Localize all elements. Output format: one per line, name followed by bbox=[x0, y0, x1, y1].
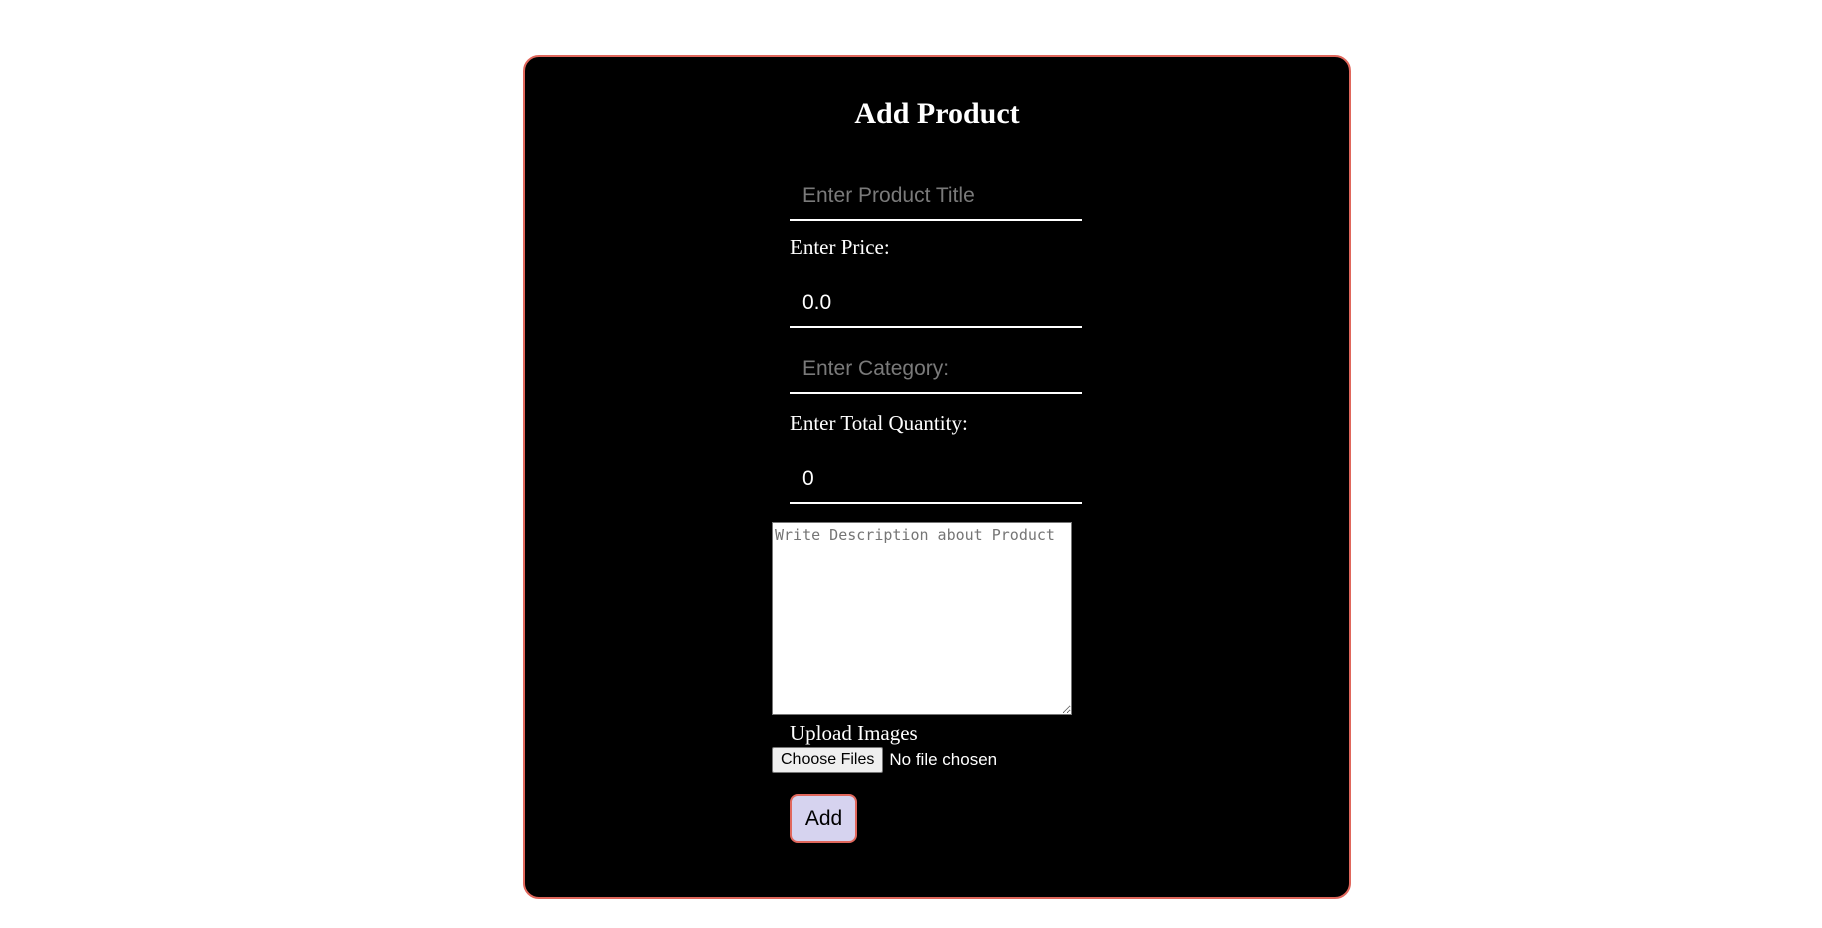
page-title: Add Product bbox=[854, 97, 1020, 130]
add-button[interactable]: Add bbox=[790, 794, 857, 843]
file-upload: Choose Files No file chosen bbox=[772, 747, 997, 773]
price-input[interactable] bbox=[790, 280, 1082, 328]
quantity-input[interactable] bbox=[790, 456, 1082, 504]
category-input[interactable] bbox=[790, 346, 1082, 394]
price-label: Enter Price: bbox=[790, 235, 890, 259]
choose-files-button[interactable]: Choose Files bbox=[772, 747, 884, 773]
file-status-text: No file chosen bbox=[889, 750, 998, 769]
upload-images-label: Upload Images bbox=[790, 721, 918, 745]
quantity-label: Enter Total Quantity: bbox=[790, 411, 968, 435]
description-textarea[interactable] bbox=[772, 522, 1072, 715]
add-product-card: Add Product Enter Price: Enter Total Qua… bbox=[523, 55, 1351, 899]
product-title-input[interactable] bbox=[790, 173, 1082, 221]
